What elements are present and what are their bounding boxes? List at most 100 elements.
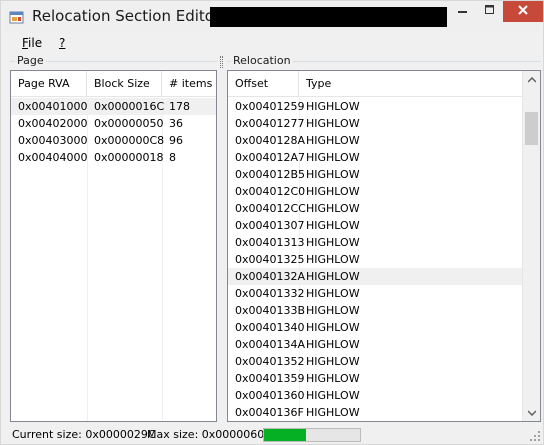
- table-row[interactable]: 0x00401259 HIGHLOW: [228, 98, 522, 115]
- table-row[interactable]: 0x004012CC HIGHLOW: [228, 200, 522, 217]
- table-cell: 0x004012A7: [235, 151, 306, 164]
- table-cell: HIGHLOW: [306, 134, 360, 147]
- table-cell: 8: [169, 151, 176, 164]
- relocation-scrollbar[interactable]: [522, 71, 540, 421]
- maximize-icon: [484, 5, 495, 18]
- table-cell: 0x0040133B: [235, 304, 306, 317]
- table-cell: 0x004012CC: [235, 202, 306, 215]
- table-cell: 178: [169, 100, 190, 113]
- table-cell: 0x0000016C: [94, 100, 165, 113]
- column-header-block-size[interactable]: Block Size: [87, 71, 162, 97]
- table-row[interactable]: 0x00401359 HIGHLOW: [228, 370, 522, 387]
- table-cell: 0x004012B5: [235, 168, 306, 181]
- table-cell: HIGHLOW: [306, 406, 360, 419]
- table-cell: HIGHLOW: [306, 287, 360, 300]
- menu-file-label: ile: [28, 36, 43, 50]
- table-cell: 0x00401360: [235, 389, 305, 402]
- column-header-item-count[interactable]: # items: [162, 71, 216, 97]
- app-window: Relocation Section Editor - File ? Page …: [0, 0, 544, 445]
- scroll-down-button[interactable]: [523, 404, 540, 421]
- table-cell: 0x00403000: [18, 134, 88, 147]
- table-cell: 0x0040132A: [235, 270, 306, 283]
- size-progress-fill: [264, 429, 306, 441]
- table-row[interactable]: 0x004012C0 HIGHLOW: [228, 183, 522, 200]
- column-header-page-rva[interactable]: Page RVA: [11, 71, 87, 97]
- size-grip-icon[interactable]: [529, 430, 541, 442]
- table-cell: 96: [169, 134, 183, 147]
- table-cell: HIGHLOW: [306, 389, 360, 402]
- table-cell: HIGHLOW: [306, 338, 360, 351]
- table-row[interactable]: 0x0040128A HIGHLOW: [228, 132, 522, 149]
- relocation-list-header: Offset Type: [228, 71, 522, 97]
- page-list-header: Page RVA Block Size # items: [11, 71, 216, 97]
- max-size-label: Max size: 0x00000600: [147, 428, 272, 441]
- table-cell: 0x00401259: [235, 100, 305, 113]
- table-cell: 0x00401307: [235, 219, 305, 232]
- table-cell: HIGHLOW: [306, 151, 360, 164]
- table-cell: 0x00401332: [235, 287, 305, 300]
- table-row[interactable]: 0x00402000 0x00000050 36: [11, 115, 216, 132]
- chevron-down-icon: [526, 406, 537, 419]
- scroll-up-button[interactable]: [523, 71, 540, 88]
- size-progress-bar: [263, 428, 361, 442]
- table-cell: 0x0040136F: [235, 406, 304, 419]
- table-cell: 0x0040134A: [235, 338, 306, 351]
- table-row[interactable]: 0x00403000 0x000000C8 96: [11, 132, 216, 149]
- chevron-up-icon: [526, 73, 537, 86]
- table-row[interactable]: 0x00401000 0x0000016C 178: [11, 98, 216, 115]
- title-bar[interactable]: Relocation Section Editor -: [1, 1, 543, 31]
- table-cell: 0x00401000: [18, 100, 88, 113]
- table-cell: 0x000000C8: [94, 134, 165, 147]
- table-cell: 0x00401325: [235, 253, 305, 266]
- relocation-list[interactable]: Offset Type 0x00401259 HIGHLOW 0x00401277 H…: [227, 70, 541, 422]
- table-row[interactable]: 0x00401325 HIGHLOW: [228, 251, 522, 268]
- table-cell: HIGHLOW: [306, 117, 360, 130]
- table-row[interactable]: 0x0040133B HIGHLOW: [228, 302, 522, 319]
- table-row[interactable]: 0x00401360 HIGHLOW: [228, 387, 522, 404]
- table-row[interactable]: 0x00401340 HIGHLOW: [228, 319, 522, 336]
- table-row[interactable]: 0x00404000 0x00000018 8: [11, 149, 216, 166]
- current-size-label: Current size: 0x0000029C: [12, 428, 156, 441]
- table-row[interactable]: 0x00401332 HIGHLOW: [228, 285, 522, 302]
- table-cell: 0x00404000: [18, 151, 88, 164]
- table-cell: HIGHLOW: [306, 100, 360, 113]
- relocation-group-label: Relocation: [231, 54, 293, 68]
- scrollbar-thumb[interactable]: [525, 112, 538, 145]
- table-cell: HIGHLOW: [306, 304, 360, 317]
- table-cell: HIGHLOW: [306, 253, 360, 266]
- table-cell: HIGHLOW: [306, 321, 360, 334]
- column-header-offset[interactable]: Offset: [228, 71, 299, 97]
- table-cell: 0x00401313: [235, 236, 305, 249]
- splitter-handle[interactable]: [220, 56, 223, 68]
- page-list[interactable]: Page RVA Block Size # items 0x00401000 0x…: [10, 70, 217, 422]
- table-cell: 0x004012C0: [235, 185, 306, 198]
- menu-help[interactable]: ?: [52, 35, 72, 52]
- table-row[interactable]: 0x00401313 HIGHLOW: [228, 234, 522, 251]
- table-row[interactable]: 0x0040136F HIGHLOW: [228, 404, 522, 421]
- table-row[interactable]: 0x00401307 HIGHLOW: [228, 217, 522, 234]
- column-header-type[interactable]: Type: [299, 71, 522, 97]
- table-row[interactable]: 0x00401277 HIGHLOW: [228, 115, 522, 132]
- table-row[interactable]: 0x0040132A HIGHLOW: [228, 268, 522, 285]
- maximize-button[interactable]: [476, 1, 503, 22]
- table-cell: 0x00401359: [235, 372, 305, 385]
- table-cell: HIGHLOW: [306, 219, 360, 232]
- table-cell: 0x0040128A: [235, 134, 306, 147]
- menu-file[interactable]: File: [15, 35, 49, 52]
- table-row[interactable]: 0x004012B5 HIGHLOW: [228, 166, 522, 183]
- menu-bar: File ?: [1, 32, 543, 54]
- table-cell: HIGHLOW: [306, 236, 360, 249]
- table-cell: 0x00402000: [18, 117, 88, 130]
- page-group-label: Page: [15, 54, 46, 68]
- status-bar: Current size: 0x0000029C Max size: 0x000…: [1, 426, 543, 444]
- table-cell: 36: [169, 117, 183, 130]
- app-window-icon[interactable]: [9, 9, 25, 25]
- minimize-button[interactable]: [449, 1, 476, 22]
- table-row[interactable]: 0x004012A7 HIGHLOW: [228, 149, 522, 166]
- window-title: Relocation Section Editor -: [32, 7, 231, 25]
- table-row[interactable]: 0x0040134A HIGHLOW: [228, 336, 522, 353]
- close-button[interactable]: [503, 1, 543, 22]
- table-row[interactable]: 0x00401352 HIGHLOW: [228, 353, 522, 370]
- table-cell: 0x00000018: [94, 151, 164, 164]
- table-cell: HIGHLOW: [306, 202, 360, 215]
